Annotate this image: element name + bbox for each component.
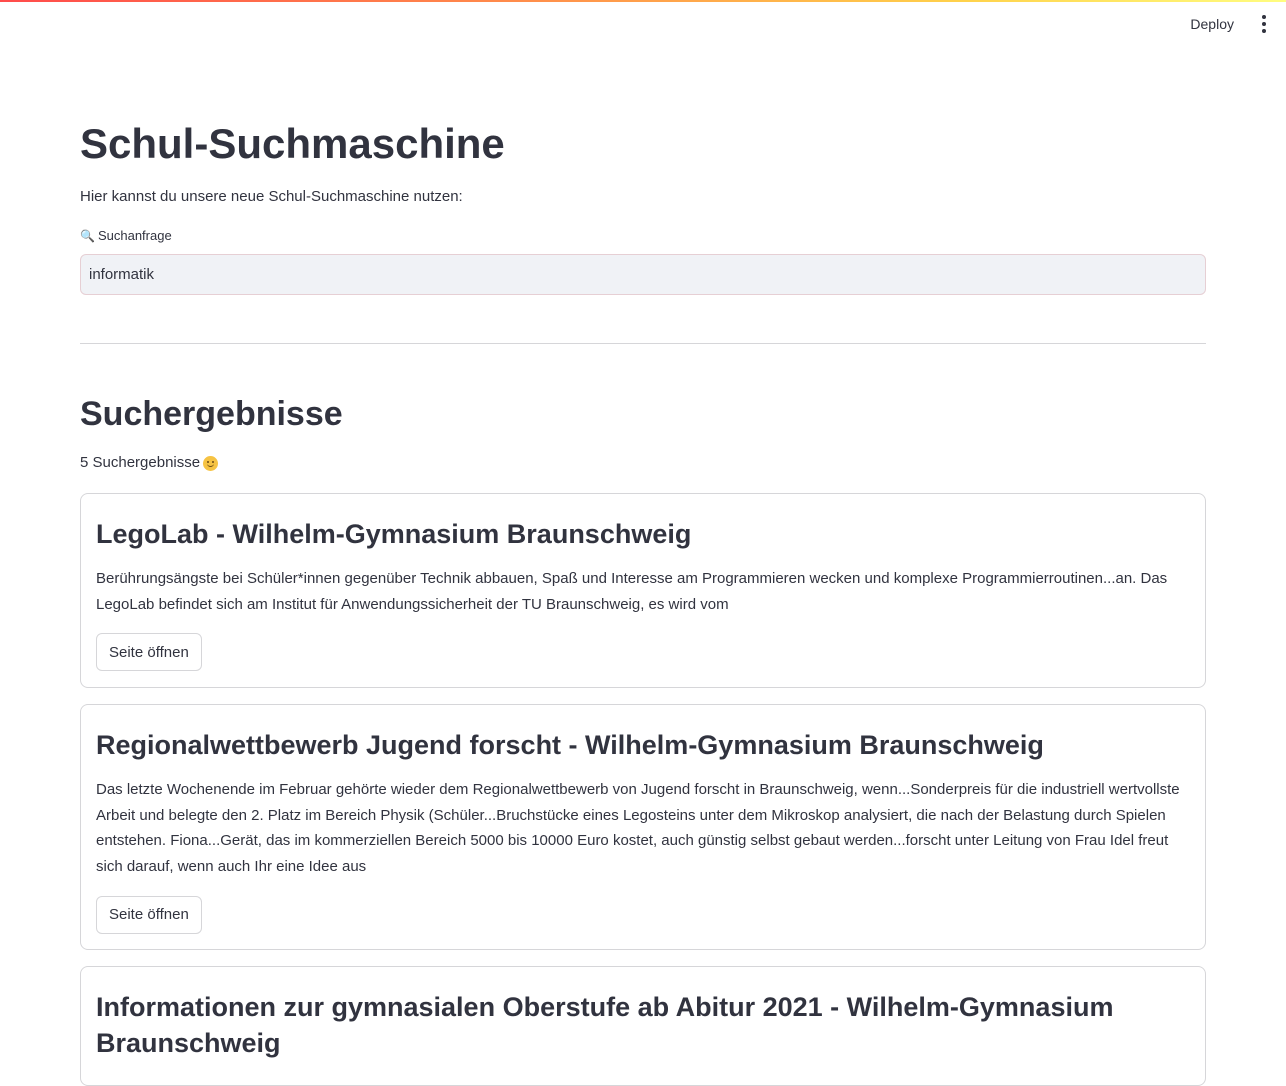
result-snippet: Berührungsängste bei Schüler*innen gegen… — [96, 570, 1168, 613]
result-card: Informationen zur gymnasialen Oberstufe … — [80, 966, 1206, 1086]
app-toolbar: Deploy — [1182, 0, 1286, 48]
search-label-text: Suchanfrage — [97, 228, 172, 243]
result-count: 5 Suchergebnisse — [80, 452, 219, 474]
magnifier-icon: 🔍 — [80, 228, 95, 243]
search-input[interactable] — [80, 254, 1206, 295]
search-label: 🔍 Suchanfrage — [80, 228, 172, 243]
page-title: Schul-Suchmaschine — [80, 120, 505, 167]
divider — [80, 343, 1206, 344]
open-page-button[interactable]: Seite öffnen — [96, 895, 202, 934]
result-title: LegoLab - Wilhelm-Gymnasium Braunschweig — [96, 519, 692, 549]
result-card: LegoLab - Wilhelm-Gymnasium Braunschweig… — [80, 493, 1206, 688]
result-count-text: 5 Suchergebnisse — [80, 454, 201, 471]
smiley-icon — [203, 455, 219, 471]
deploy-button[interactable]: Deploy — [1182, 10, 1242, 38]
kebab-menu-icon[interactable] — [1256, 12, 1272, 36]
result-title: Informationen zur gymnasialen Oberstufe … — [96, 992, 1114, 1058]
menu-dot — [1262, 29, 1266, 33]
open-page-button[interactable]: Seite öffnen — [96, 633, 202, 672]
result-snippet: Das letzte Wochenende im Februar gehörte… — [96, 781, 1180, 876]
menu-dot — [1262, 15, 1266, 19]
result-title: Regionalwettbewerb Jugend forscht - Wilh… — [96, 730, 1044, 760]
top-decoration-bar — [0, 0, 1286, 2]
intro-text: Hier kannst du unsere neue Schul-Suchmas… — [80, 188, 463, 205]
results-heading: Suchergebnisse — [80, 395, 343, 433]
result-card: Regionalwettbewerb Jugend forscht - Wilh… — [80, 704, 1206, 950]
menu-dot — [1262, 22, 1266, 26]
